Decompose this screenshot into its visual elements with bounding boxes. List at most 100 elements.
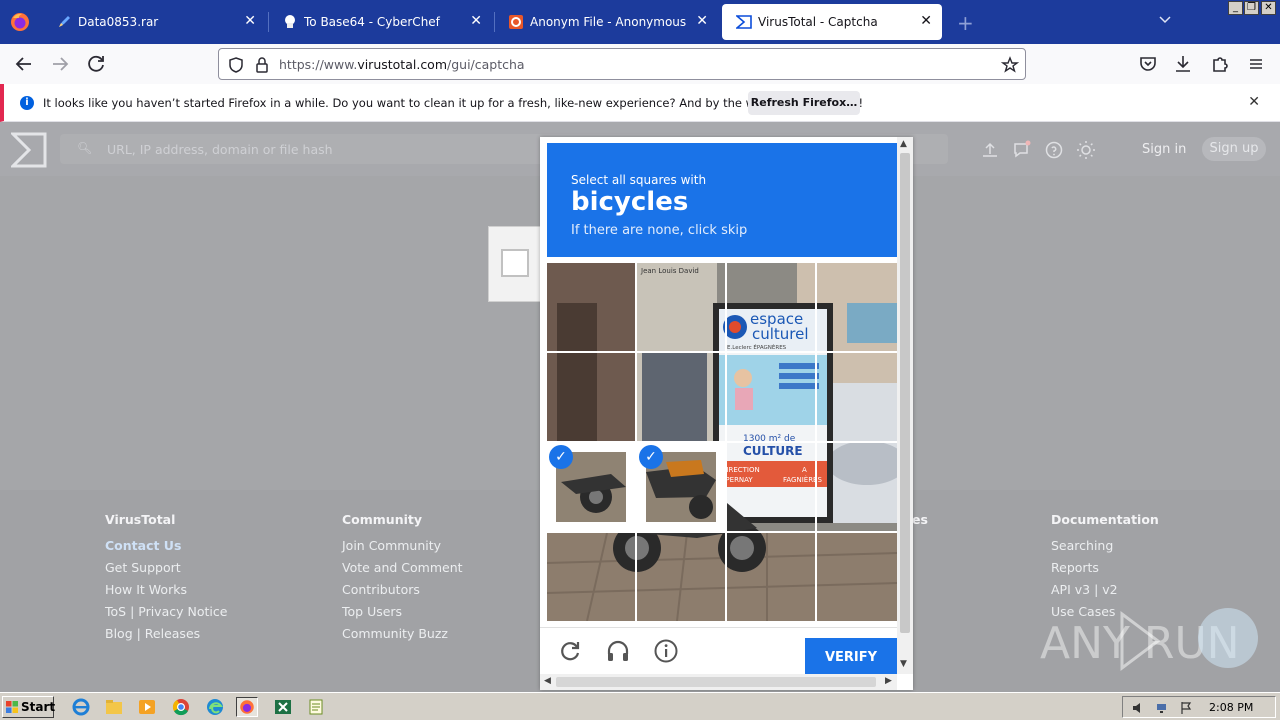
pocket-icon[interactable] xyxy=(1136,52,1160,76)
captcha-image-grid: espace culturel E.Leclerc ÉPAGNÈRES 1300… xyxy=(547,263,897,621)
footer-link-community-buzz[interactable]: Community Buzz xyxy=(342,626,463,641)
captcha-tile-16[interactable] xyxy=(817,533,905,621)
captcha-tile-12[interactable] xyxy=(817,443,905,531)
captcha-tile-14[interactable] xyxy=(637,533,725,621)
footer-link-get-support[interactable]: Get Support xyxy=(105,560,227,575)
upload-icon[interactable] xyxy=(980,140,1000,160)
chevron-down-icon[interactable] xyxy=(1158,12,1172,26)
notepad-icon[interactable] xyxy=(305,697,327,717)
captcha-tile-2[interactable] xyxy=(637,263,725,351)
footer-link-join-community[interactable]: Join Community xyxy=(342,538,463,553)
footer-link-top-users[interactable]: Top Users xyxy=(342,604,463,619)
captcha-tile-1[interactable] xyxy=(547,263,635,351)
restore-button[interactable]: ❐ xyxy=(1244,1,1259,15)
close-icon[interactable]: ✕ xyxy=(1248,94,1260,110)
footer-link-searching[interactable]: Searching xyxy=(1051,538,1159,553)
firefox-taskbar-icon[interactable] xyxy=(236,697,258,717)
navigation-toolbar: https://www.virustotal.com/gui/captcha xyxy=(0,44,1280,84)
vertical-scrollbar[interactable]: ▲ ▼ xyxy=(897,137,913,674)
captcha-checkbox[interactable] xyxy=(501,249,529,277)
reload-icon[interactable] xyxy=(84,52,108,76)
shield-icon[interactable] xyxy=(227,56,245,74)
close-icon[interactable]: ✕ xyxy=(244,13,256,29)
captcha-tile-9-selected[interactable]: ✓ xyxy=(547,443,635,531)
start-button[interactable]: Start xyxy=(2,696,55,718)
firefox-logo-icon[interactable] xyxy=(10,12,30,32)
close-icon[interactable]: ✕ xyxy=(470,13,482,29)
verify-button[interactable]: VERIFY xyxy=(805,638,897,674)
close-icon[interactable]: ✕ xyxy=(920,13,932,29)
excel-icon[interactable] xyxy=(272,697,294,717)
tab-strip: Data0853.rar ✕ To Base64 - CyberChef ✕ A… xyxy=(0,0,1280,44)
url-bar[interactable]: https://www.virustotal.com/gui/captcha xyxy=(218,48,1026,80)
footer-link-how-it-works[interactable]: How It Works xyxy=(105,582,227,597)
horizontal-scrollbar[interactable]: ◀ ▶ xyxy=(540,674,897,690)
chrome-icon[interactable] xyxy=(170,697,192,717)
taskbar-clock[interactable]: 2:08 PM xyxy=(1209,701,1253,714)
extensions-icon[interactable] xyxy=(1208,52,1232,76)
tab-cyberchef[interactable]: To Base64 - CyberChef ✕ xyxy=(268,4,492,40)
footer-link-reports[interactable]: Reports xyxy=(1051,560,1159,575)
media-player-icon[interactable] xyxy=(136,697,158,717)
refresh-firefox-button[interactable]: Refresh Firefox… xyxy=(748,91,860,115)
tab-virustotal-captcha[interactable]: VirusTotal - Captcha ✕ xyxy=(722,4,942,40)
scroll-up-arrow-icon[interactable]: ▲ xyxy=(900,139,907,149)
captcha-tile-15[interactable] xyxy=(727,533,815,621)
hamburger-menu-icon[interactable] xyxy=(1244,52,1268,76)
network-icon[interactable] xyxy=(1155,701,1169,715)
captcha-tile-10-selected[interactable]: ✓ xyxy=(637,443,725,531)
footer-link-tos-privacy[interactable]: ToS | Privacy Notice xyxy=(105,604,227,619)
footer-link-blog-releases[interactable]: Blog | Releases xyxy=(105,626,227,641)
new-tab-button[interactable]: + xyxy=(957,11,974,35)
url-text[interactable]: https://www.virustotal.com/gui/captcha xyxy=(279,57,525,72)
chef-hat-icon xyxy=(285,15,295,28)
chat-icon[interactable] xyxy=(1012,140,1032,160)
captcha-tile-11[interactable] xyxy=(727,443,815,531)
file-explorer-icon[interactable] xyxy=(103,697,125,717)
volume-icon[interactable] xyxy=(1131,701,1145,715)
captcha-tile-4[interactable] xyxy=(817,263,905,351)
captcha-tile-6[interactable] xyxy=(637,353,725,441)
audio-challenge-icon[interactable] xyxy=(605,638,631,664)
back-arrow-icon[interactable] xyxy=(12,52,36,76)
refresh-icon[interactable] xyxy=(557,638,583,664)
help-icon[interactable] xyxy=(1044,140,1064,160)
flag-icon[interactable] xyxy=(1179,701,1193,715)
download-icon[interactable] xyxy=(1171,52,1195,76)
edge-icon[interactable] xyxy=(204,697,226,717)
bookmark-star-icon[interactable] xyxy=(1001,56,1019,74)
footer-link-vote-comment[interactable]: Vote and Comment xyxy=(342,560,463,575)
theme-toggle-icon[interactable] xyxy=(1076,140,1096,160)
scrollbar-thumb[interactable] xyxy=(556,677,876,687)
url-domain: virustotal.com xyxy=(357,57,448,72)
footer-link-contact-us[interactable]: Contact Us xyxy=(105,538,227,553)
footer-link-api[interactable]: API v3 | v2 xyxy=(1051,582,1159,597)
firefox-notification-bar: i It looks like you haven’t started Fire… xyxy=(0,84,1280,122)
tab-data0853[interactable]: Data0853.rar ✕ xyxy=(42,4,266,40)
captcha-tile-13[interactable] xyxy=(547,533,635,621)
internet-explorer-icon[interactable] xyxy=(70,697,92,717)
footer-link-contributors[interactable]: Contributors xyxy=(342,582,463,597)
captcha-tile-5[interactable] xyxy=(547,353,635,441)
lock-icon[interactable] xyxy=(253,56,271,74)
forward-arrow-icon[interactable] xyxy=(48,52,72,76)
footer-column-partial: es xyxy=(912,512,928,538)
sign-up-button[interactable]: Sign up xyxy=(1202,137,1266,161)
minimize-button[interactable]: _ xyxy=(1228,1,1243,15)
scroll-right-arrow-icon[interactable]: ▶ xyxy=(885,676,892,686)
checkmark-icon: ✓ xyxy=(639,445,663,469)
scroll-down-arrow-icon[interactable]: ▼ xyxy=(900,659,907,669)
close-window-button[interactable]: ✕ xyxy=(1261,1,1276,15)
info-icon[interactable] xyxy=(653,638,679,664)
captcha-tile-3[interactable] xyxy=(727,263,815,351)
scroll-left-arrow-icon[interactable]: ◀ xyxy=(544,676,551,686)
sign-in-link[interactable]: Sign in xyxy=(1142,142,1186,157)
tab-label: To Base64 - CyberChef xyxy=(304,15,440,29)
scrollbar-thumb[interactable] xyxy=(900,153,910,633)
tab-anonym-file[interactable]: Anonym File - Anonymous File Uplo ✕ xyxy=(494,4,718,40)
search-placeholder: URL, IP address, domain or file hash xyxy=(107,142,333,157)
close-icon[interactable]: ✕ xyxy=(696,13,708,29)
virustotal-logo-icon[interactable] xyxy=(11,132,47,168)
captcha-tile-7[interactable] xyxy=(727,353,815,441)
captcha-tile-8[interactable] xyxy=(817,353,905,441)
